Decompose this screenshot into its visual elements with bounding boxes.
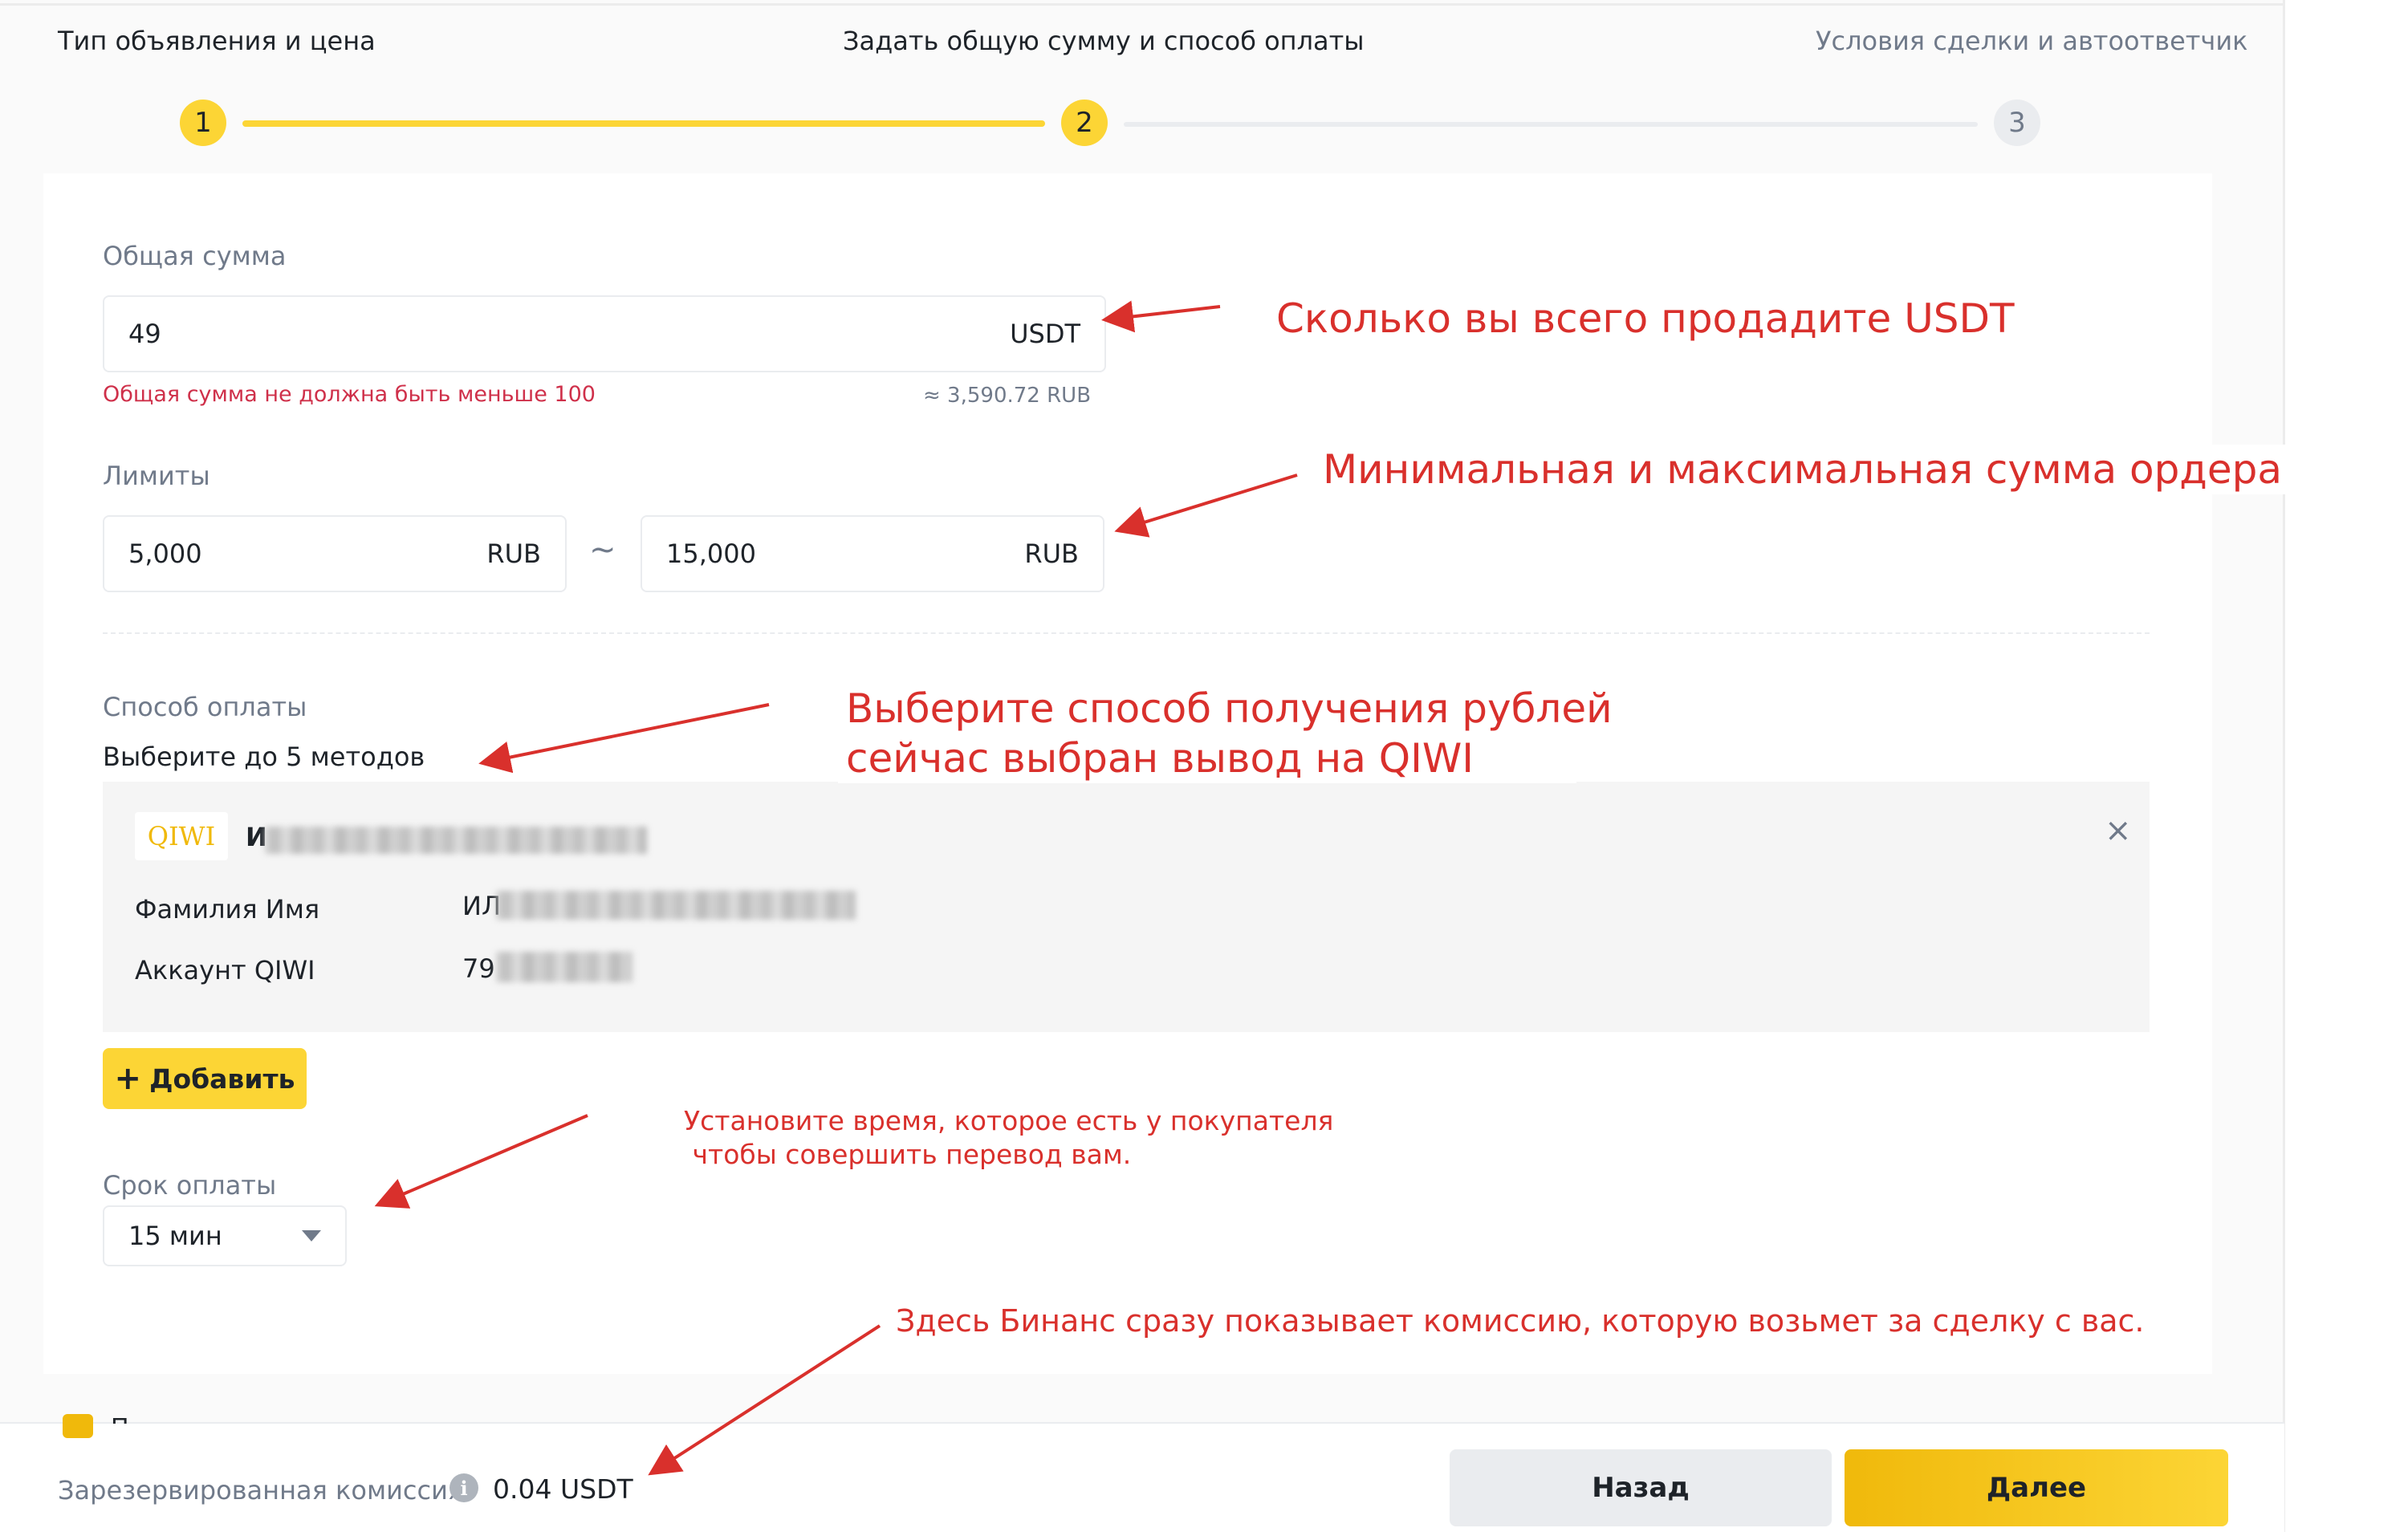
annotation-payment-line1: Выберите способ получения рублей <box>838 684 1621 733</box>
limits-separator: ~ <box>589 531 616 568</box>
annotation-limits: Минимальная и максимальная сумма ордера <box>1313 445 2292 494</box>
step-2-circle: 2 <box>1061 100 1108 146</box>
redacted-fullname-blur <box>496 891 856 920</box>
top-divider <box>0 3 2284 6</box>
notice-text-partial: П <box>111 1414 129 1424</box>
total-amount-input[interactable]: 49 USDT <box>103 295 1106 372</box>
add-button-label: Добавить <box>149 1063 295 1095</box>
field-value-account: 79 <box>462 953 495 984</box>
redacted-name-blur <box>265 827 647 854</box>
payment-method-card <box>103 782 2150 1032</box>
field-key-fullname: Фамилия Имя <box>135 894 320 924</box>
qiwi-tag: QIWI <box>135 812 228 860</box>
limit-min-input[interactable]: 5,000 RUB <box>103 515 567 592</box>
annotation-time-line2: чтобы совершить перевод вам. <box>684 1139 1132 1170</box>
payment-hint: Выберите до 5 методов <box>103 742 425 772</box>
step-3-circle: 3 <box>1994 100 2040 146</box>
step-progress-line-complete <box>242 120 1045 127</box>
field-key-account: Аккаунт QIWI <box>135 955 315 985</box>
pay-time-select[interactable]: 15 мин <box>103 1205 347 1266</box>
payment-label: Способ оплаты <box>103 692 307 722</box>
caret-down-icon <box>302 1230 321 1241</box>
pay-time-label: Срок оплаты <box>103 1170 277 1201</box>
total-label: Общая сумма <box>103 241 287 271</box>
reserved-fee-value: 0.04 USDT <box>493 1473 633 1505</box>
total-amount-value: 49 <box>128 319 161 349</box>
step-3-title: Условия сделки и автоответчик <box>1816 26 2248 56</box>
reserved-fee-label: Зарезервированная комиссия <box>58 1475 464 1506</box>
redacted-account-blur <box>496 952 633 982</box>
step-2-title: Задать общую сумму и способ оплаты <box>843 26 1365 56</box>
step-1-circle: 1 <box>180 100 226 146</box>
back-button[interactable]: Назад <box>1450 1449 1832 1526</box>
right-divider <box>2283 0 2285 1532</box>
pay-time-value: 15 мин <box>128 1221 222 1251</box>
field-value-fullname: ИЛ <box>462 891 501 921</box>
annotation-total: Сколько вы всего продадите USDT <box>1276 295 2015 342</box>
step-1-title: Тип объявления и цена <box>58 26 376 56</box>
limit-max-unit: RUB <box>1024 538 1079 569</box>
plus-icon: + <box>114 1060 142 1097</box>
annotation-payment-line2: сейчас выбран вывод на QIWI <box>838 733 1576 783</box>
add-payment-method-button[interactable]: + Добавить <box>103 1048 307 1109</box>
step-progress-line-remaining <box>1124 122 1978 127</box>
next-button[interactable]: Далее <box>1845 1449 2228 1526</box>
limit-min-value: 5,000 <box>128 538 202 569</box>
limit-max-input[interactable]: 15,000 RUB <box>641 515 1104 592</box>
limit-min-unit: RUB <box>486 538 541 569</box>
limits-label: Лимиты <box>103 461 210 491</box>
annotation-time-line1: Установите время, которое есть у покупат… <box>684 1105 1334 1136</box>
annotation-fee: Здесь Бинанс сразу показывает комиссию, … <box>896 1303 2145 1339</box>
notice-icon <box>63 1414 93 1438</box>
total-unit: USDT <box>1010 319 1080 349</box>
info-icon[interactable]: i <box>449 1473 478 1502</box>
total-error-text: Общая сумма не должна быть меньше 100 <box>103 382 596 407</box>
limit-max-value: 15,000 <box>666 538 756 569</box>
payment-method-name: И <box>246 822 267 852</box>
section-divider <box>103 632 2150 634</box>
total-approx-rub: ≈ 3,590.72 RUB <box>923 384 1092 408</box>
remove-payment-method-button[interactable]: × <box>2105 812 2132 849</box>
